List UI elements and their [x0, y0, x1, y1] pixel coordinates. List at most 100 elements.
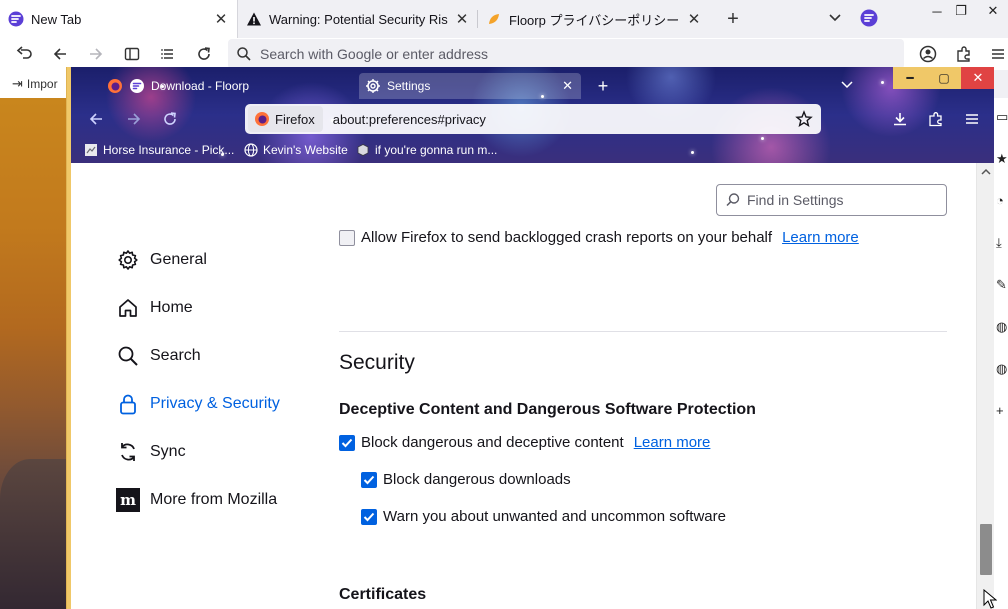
category-label: Privacy & Security: [150, 395, 280, 412]
menu-icon[interactable]: [986, 42, 1008, 66]
close-icon[interactable]: ✕: [686, 11, 702, 28]
sidebar-toggle-icon[interactable]: [120, 42, 144, 66]
star-icon[interactable]: ★: [996, 152, 1008, 166]
forward-button[interactable]: [84, 42, 108, 66]
outer-tab-new-tab[interactable]: New Tab ✕: [0, 0, 238, 38]
warn-unwanted-row[interactable]: Warn you about unwanted and uncommon sof…: [361, 508, 726, 525]
category-sync[interactable]: Sync: [116, 437, 186, 467]
bookmarks-icon[interactable]: ▭: [996, 110, 1008, 124]
web-panel-icon[interactable]: ◍: [996, 362, 1008, 376]
inner-header: Download - Floorp Settings ✕ + ━ ▢ ✕ Fir…: [71, 67, 994, 163]
minimize-button[interactable]: ━: [893, 67, 927, 89]
reload-icon[interactable]: [192, 42, 216, 66]
downloads-icon[interactable]: ⤓: [996, 236, 1008, 250]
category-search[interactable]: Search: [116, 341, 201, 371]
new-tab-button[interactable]: +: [718, 0, 748, 38]
address-text: about:preferences#privacy: [332, 111, 486, 127]
gear-icon: [365, 78, 381, 94]
close-icon[interactable]: ✕: [454, 11, 470, 28]
address-placeholder: Search with Google or enter address: [260, 46, 489, 62]
block-downloads-checkbox[interactable]: [361, 471, 377, 488]
undo-icon[interactable]: [12, 42, 36, 66]
downloads-icon[interactable]: [889, 108, 911, 130]
import-icon: ⇥: [12, 76, 23, 91]
web-panel-icon[interactable]: ◍: [996, 320, 1008, 334]
tab-label: Download - Floorp: [151, 79, 250, 93]
identity-label: Firefox: [275, 111, 315, 127]
firework-sparkle: [881, 81, 884, 84]
warning-icon: [246, 11, 262, 27]
tab-label: Settings: [387, 79, 431, 93]
forward-button[interactable]: [123, 108, 145, 130]
block-downloads-row[interactable]: Block dangerous downloads: [361, 471, 571, 488]
category-general[interactable]: General: [116, 245, 207, 275]
scrollbar-thumb[interactable]: [980, 524, 992, 575]
inner-firefox-window: Download - Floorp Settings ✕ + ━ ▢ ✕ Fir…: [66, 67, 994, 609]
bookmark-label: Kevin's Website: [263, 143, 348, 157]
new-tab-button[interactable]: +: [591, 74, 615, 98]
add-panel-icon[interactable]: +: [996, 404, 1008, 418]
find-in-settings-input[interactable]: Find in Settings: [716, 184, 947, 216]
category-label: Sync: [150, 443, 186, 460]
close-window-button[interactable]: ✕: [978, 0, 1008, 22]
star-icon[interactable]: [795, 110, 813, 128]
category-privacy-security[interactable]: Privacy & Security: [116, 389, 280, 419]
learn-more-link[interactable]: Learn more: [634, 434, 711, 451]
block-deceptive-label: Block dangerous and deceptive content: [361, 434, 624, 451]
chevron-down-icon[interactable]: [823, 8, 847, 28]
bookmark-if-youre-gonna[interactable]: if you're gonna run m...: [355, 140, 497, 160]
close-icon[interactable]: ✕: [213, 11, 229, 28]
chevron-down-icon[interactable]: [837, 77, 857, 93]
floorp-icon[interactable]: [860, 9, 878, 27]
settings-scrollbar[interactable]: [976, 163, 994, 609]
inner-tab-download[interactable]: Download - Floorp: [107, 73, 347, 99]
find-placeholder: Find in Settings: [747, 192, 844, 208]
settings-page: Find in Settings General Home Search Pri…: [71, 163, 976, 609]
block-deceptive-checkbox[interactable]: [339, 434, 355, 451]
extensions-icon[interactable]: [952, 42, 976, 66]
history-icon[interactable]: ◔: [996, 194, 1008, 208]
category-label: More from Mozilla: [150, 491, 278, 508]
close-icon[interactable]: ✕: [562, 78, 573, 94]
identity-box[interactable]: Firefox: [248, 106, 323, 132]
crash-reports-checkbox[interactable]: [339, 229, 355, 246]
outer-tab-floorp-privacy[interactable]: Floorp プライバシーポリシー / Ab ✕: [478, 0, 710, 38]
category-home[interactable]: Home: [116, 293, 193, 323]
back-button[interactable]: [85, 108, 107, 130]
search-icon: [725, 192, 741, 208]
security-heading: Security: [339, 351, 415, 374]
bookmark-label: if you're gonna run m...: [375, 143, 498, 157]
scroll-up-arrow[interactable]: [981, 167, 991, 179]
menu-icon[interactable]: [961, 108, 983, 130]
notes-icon[interactable]: ✎: [996, 278, 1008, 292]
lock-icon: [116, 392, 140, 416]
learn-more-link[interactable]: Learn more: [782, 229, 859, 246]
tab-list-icon[interactable]: [156, 42, 180, 66]
crash-reports-row[interactable]: Allow Firefox to send backlogged crash r…: [339, 229, 859, 246]
extensions-icon[interactable]: [925, 108, 947, 130]
outer-address-bar[interactable]: Search with Google or enter address: [228, 39, 904, 69]
maximize-button[interactable]: ❐: [946, 0, 976, 22]
search-icon: [116, 344, 140, 368]
reload-icon[interactable]: [159, 108, 181, 130]
bookmark-horse-insurance[interactable]: Horse Insurance - Pick...: [83, 140, 234, 160]
globe-icon: [243, 142, 259, 158]
back-button[interactable]: [48, 42, 72, 66]
bookmark-kevins-website[interactable]: Kevin's Website: [243, 140, 348, 160]
category-label: Search: [150, 347, 201, 364]
bookmark-import[interactable]: Impor: [27, 77, 58, 91]
close-window-button[interactable]: ✕: [961, 67, 994, 89]
inner-tab-settings[interactable]: Settings ✕: [359, 73, 581, 99]
category-more-from-mozilla[interactable]: m More from Mozilla: [116, 485, 277, 515]
tab-label: Warning: Potential Security Risk Ah: [269, 11, 448, 27]
block-deceptive-row[interactable]: Block dangerous and deceptive content Le…: [339, 434, 710, 451]
outer-tab-warning[interactable]: Warning: Potential Security Risk Ah ✕: [238, 0, 478, 38]
maximize-button[interactable]: ▢: [927, 67, 961, 89]
warn-unwanted-checkbox[interactable]: [361, 508, 377, 525]
mozilla-icon: m: [116, 488, 140, 512]
firefox-icon: [254, 111, 270, 127]
inner-address-bar[interactable]: Firefox about:preferences#privacy: [245, 104, 821, 134]
account-icon[interactable]: [916, 42, 940, 66]
desktop-background: [0, 98, 68, 609]
page-icon: [83, 142, 99, 158]
